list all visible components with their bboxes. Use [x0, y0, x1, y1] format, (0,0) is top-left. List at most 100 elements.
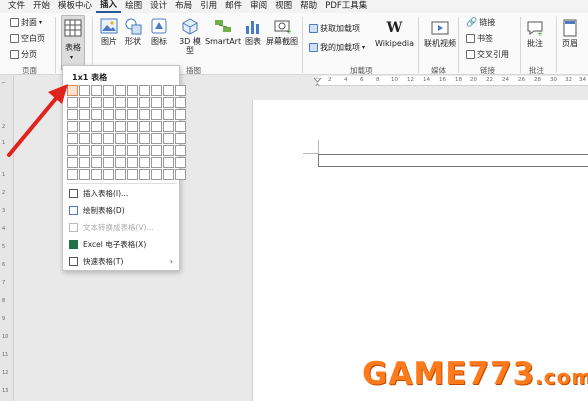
table-grid-cell[interactable] [127, 169, 138, 180]
menu-mailings[interactable]: 邮件 [221, 0, 246, 13]
table-grid-cell[interactable] [103, 121, 114, 132]
menu-design[interactable]: 设计 [146, 0, 171, 13]
menu-pdf-tools[interactable]: PDF工具集 [321, 0, 371, 13]
table-grid-cell[interactable] [151, 85, 162, 96]
menu-templates[interactable]: 模板中心 [54, 0, 96, 13]
table-grid-cell[interactable] [115, 97, 126, 108]
table-grid-cell[interactable] [67, 121, 78, 132]
table-grid-cell[interactable] [139, 109, 150, 120]
chart-button[interactable]: 图表 [244, 17, 262, 46]
table-grid-cell[interactable] [127, 85, 138, 96]
table-grid-cell[interactable] [91, 121, 102, 132]
link-button[interactable]: 🔗 链接 [466, 17, 495, 28]
table-grid-cell[interactable] [175, 169, 186, 180]
table-grid-cell[interactable] [175, 109, 186, 120]
screenshot-button[interactable]: + 屏幕截图 [266, 17, 298, 46]
table-grid-cell[interactable] [91, 85, 102, 96]
my-addins-button[interactable]: 我的加载项 ▾ [309, 42, 365, 53]
menu-file[interactable]: 文件 [4, 0, 29, 13]
table-grid-cell[interactable] [103, 109, 114, 120]
table-grid-cell[interactable] [139, 133, 150, 144]
table-grid-cell[interactable] [127, 145, 138, 156]
table-grid-cell[interactable] [115, 157, 126, 168]
table-grid-cell[interactable] [127, 121, 138, 132]
icons-button[interactable]: 图标 [150, 17, 168, 46]
table-grid-cell[interactable] [79, 121, 90, 132]
table-grid-cell[interactable] [91, 109, 102, 120]
table-size-grid[interactable] [67, 85, 186, 180]
table-grid-cell[interactable] [91, 133, 102, 144]
table-grid-cell[interactable] [115, 145, 126, 156]
table-grid-cell[interactable] [91, 169, 102, 180]
table-grid-cell[interactable] [91, 157, 102, 168]
table-grid-cell[interactable] [127, 97, 138, 108]
table-grid-cell[interactable] [67, 145, 78, 156]
table-grid-cell[interactable] [139, 121, 150, 132]
table-grid-cell[interactable] [163, 145, 174, 156]
table-grid-cell[interactable] [175, 121, 186, 132]
table-grid-cell[interactable] [175, 145, 186, 156]
table-grid-cell[interactable] [175, 85, 186, 96]
table-grid-cell[interactable] [139, 97, 150, 108]
cover-page-button[interactable]: 封面 ▾ [10, 17, 42, 28]
picture-button[interactable]: 图片 [100, 17, 118, 46]
online-video-button[interactable]: 联机视频 [424, 19, 456, 48]
wikipedia-button[interactable]: W Wikipedia [375, 19, 414, 49]
table-grid-cell[interactable] [163, 169, 174, 180]
header-button[interactable]: 页眉 [561, 19, 579, 48]
menu-help[interactable]: 帮助 [296, 0, 321, 13]
table-grid-cell[interactable] [139, 145, 150, 156]
table-grid-cell[interactable] [67, 133, 78, 144]
table-grid-cell[interactable] [115, 85, 126, 96]
table-grid-cell[interactable] [79, 133, 90, 144]
table-grid-cell[interactable] [127, 109, 138, 120]
table-grid-cell[interactable] [163, 85, 174, 96]
table-grid-cell[interactable] [151, 157, 162, 168]
table-grid-cell[interactable] [103, 97, 114, 108]
inserted-table[interactable] [318, 154, 588, 167]
comment-button[interactable]: + 批注 [526, 19, 544, 48]
table-grid-cell[interactable] [79, 109, 90, 120]
3d-model-button[interactable]: 3D 模型 [177, 17, 203, 55]
table-grid-cell[interactable] [163, 109, 174, 120]
table-button[interactable]: 表格 ▾ [61, 15, 85, 71]
table-grid-cell[interactable] [163, 97, 174, 108]
table-grid-cell[interactable] [151, 109, 162, 120]
table-grid-cell[interactable] [151, 121, 162, 132]
table-grid-cell[interactable] [175, 97, 186, 108]
cross-reference-button[interactable]: 交叉引用 [466, 49, 509, 60]
table-grid-cell[interactable] [175, 133, 186, 144]
table-grid-cell[interactable] [91, 145, 102, 156]
table-grid-cell[interactable] [91, 97, 102, 108]
table-grid-cell[interactable] [103, 85, 114, 96]
table-grid-cell[interactable] [67, 169, 78, 180]
quick-tables-menu-item[interactable]: 快速表格(T) › [69, 254, 177, 268]
table-grid-cell[interactable] [103, 157, 114, 168]
table-grid-cell[interactable] [163, 157, 174, 168]
smartart-button[interactable]: SmartArt [205, 17, 241, 46]
table-grid-cell[interactable] [79, 157, 90, 168]
table-grid-cell[interactable] [151, 169, 162, 180]
menu-draw[interactable]: 绘图 [121, 0, 146, 13]
table-grid-cell[interactable] [67, 85, 78, 96]
table-grid-cell[interactable] [163, 121, 174, 132]
table-grid-cell[interactable] [67, 109, 78, 120]
table-grid-cell[interactable] [115, 109, 126, 120]
table-grid-cell[interactable] [103, 133, 114, 144]
table-grid-cell[interactable] [103, 145, 114, 156]
table-grid-cell[interactable] [115, 133, 126, 144]
blank-page-button[interactable]: 空白页 [10, 33, 45, 44]
table-grid-cell[interactable] [103, 169, 114, 180]
table-grid-cell[interactable] [139, 157, 150, 168]
table-grid-cell[interactable] [139, 169, 150, 180]
table-grid-cell[interactable] [67, 97, 78, 108]
table-grid-cell[interactable] [79, 169, 90, 180]
menu-review[interactable]: 审阅 [246, 0, 271, 13]
menu-view[interactable]: 视图 [271, 0, 296, 13]
shapes-button[interactable]: 形状 [124, 17, 142, 46]
table-grid-cell[interactable] [67, 157, 78, 168]
draw-table-menu-item[interactable]: 绘制表格(D) [69, 203, 177, 217]
table-grid-cell[interactable] [115, 169, 126, 180]
table-grid-cell[interactable] [127, 133, 138, 144]
menu-insert[interactable]: 插入 [96, 0, 122, 13]
